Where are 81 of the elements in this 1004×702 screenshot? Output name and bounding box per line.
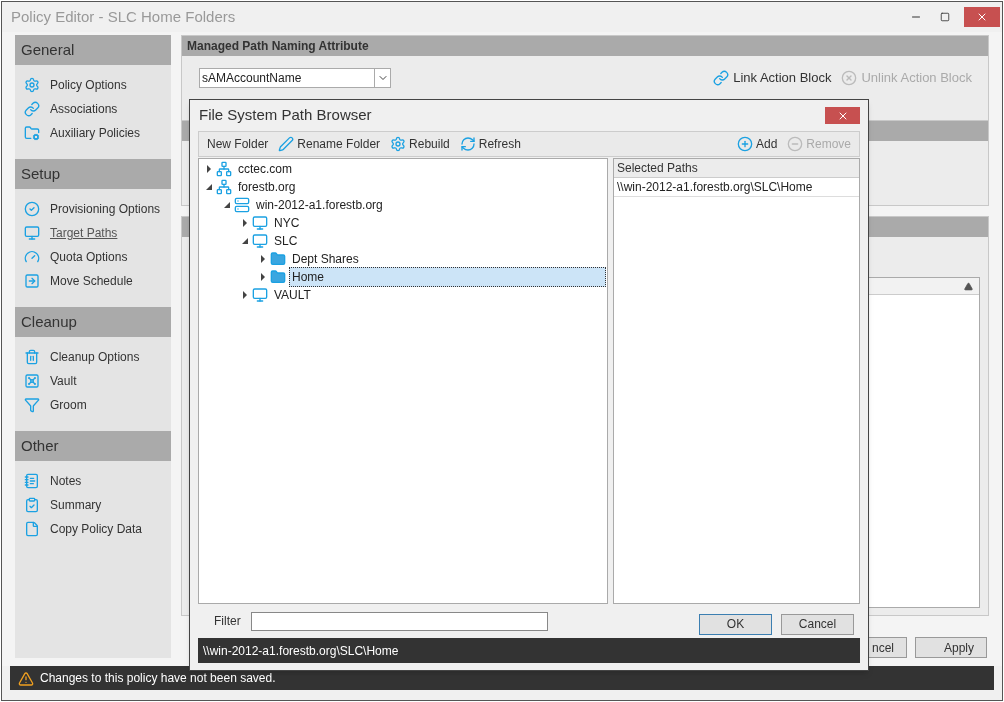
- network-icon: [216, 161, 232, 177]
- folder-icon: [270, 251, 286, 267]
- pen-icon: [278, 136, 295, 152]
- sidebar-link[interactable]: Auxiliary Policies: [50, 124, 141, 143]
- check-icon: [24, 201, 40, 218]
- section-header: Other: [15, 431, 171, 462]
- gear-icon: [24, 77, 40, 94]
- footer-button[interactable]: Apply: [915, 637, 987, 659]
- monitor-icon: [252, 233, 268, 249]
- warning-icon: [18, 671, 34, 687]
- attribute-dropdown[interactable]: sAMAccountName: [199, 68, 391, 89]
- section-header: Cleanup: [15, 307, 171, 338]
- funnel-icon: [24, 397, 40, 414]
- sidebar-link[interactable]: Vault: [50, 372, 77, 391]
- tree-item[interactable]: cctec.com: [235, 159, 295, 179]
- link-icon: [713, 70, 730, 87]
- status-message: Changes to this policy have not been saved.: [40, 670, 276, 687]
- expand-arrow-icon[interactable]: [259, 273, 267, 281]
- expand-arrow-icon[interactable]: [241, 291, 249, 299]
- toolbar-button[interactable]: Rebuild: [390, 135, 450, 153]
- gear-icon: [390, 136, 407, 152]
- filter-field[interactable]: [250, 611, 548, 631]
- sidebar-link[interactable]: Groom: [50, 396, 87, 415]
- dialog-button[interactable]: Cancel: [781, 613, 854, 635]
- sidebar-link[interactable]: Quota Options: [50, 248, 128, 267]
- sidebar-link[interactable]: Notes: [50, 472, 82, 491]
- tree-item[interactable]: SLC: [271, 231, 301, 251]
- sidebar-link[interactable]: Move Schedule: [50, 272, 133, 291]
- link-icon: [24, 101, 40, 118]
- clipboard-icon: [24, 497, 40, 514]
- toolbar-button[interactable]: Add: [736, 135, 778, 153]
- server-icon: [234, 197, 250, 213]
- safe-icon: [24, 373, 40, 390]
- refresh-icon: [459, 136, 476, 152]
- window-title: Policy Editor - SLC Home Folders: [11, 6, 237, 27]
- dropdown-value: sAMAccountName: [201, 70, 303, 88]
- sidebar-link[interactable]: Copy Policy Data: [50, 520, 143, 539]
- maximize-icon[interactable]: [940, 12, 950, 22]
- panel-header: Managed Path Naming Attribute: [182, 36, 988, 57]
- collapse-arrow-icon[interactable]: [205, 183, 213, 191]
- tree-item[interactable]: NYC: [271, 213, 303, 233]
- trash-icon: [24, 349, 40, 366]
- network-icon: [216, 179, 232, 195]
- expand-arrow-icon[interactable]: [259, 255, 267, 263]
- sidebar-link[interactable]: Provisioning Options: [50, 200, 161, 219]
- tree-item[interactable]: Home: [289, 267, 606, 287]
- toolbar-button[interactable]: Rename Folder: [278, 135, 381, 153]
- plus-icon: [736, 136, 753, 152]
- sidebar-link[interactable]: Target Paths: [50, 224, 118, 243]
- filter-label: Filter: [214, 613, 241, 630]
- folder-icon: [270, 269, 286, 285]
- collapse-arrow-icon[interactable]: [223, 201, 231, 209]
- section-header: Setup: [15, 159, 171, 190]
- notebook-icon: [24, 473, 40, 490]
- monitor-icon: [252, 215, 268, 231]
- sidebar-link[interactable]: Cleanup Options: [50, 348, 140, 367]
- dialog-button[interactable]: OK: [699, 613, 772, 635]
- monitor-icon: [252, 287, 268, 303]
- toolbar-button[interactable]: New Folder: [207, 135, 269, 153]
- expand-arrow-icon[interactable]: [241, 219, 249, 227]
- column-header: Selected Paths: [614, 159, 859, 178]
- tree-item[interactable]: forestb.org: [235, 177, 299, 197]
- sidebar-link[interactable]: Summary: [50, 496, 102, 515]
- current-path: \\win-2012-a1.forestb.org\SLC\Home: [203, 642, 399, 660]
- collapse-arrow-icon[interactable]: [241, 237, 249, 245]
- tree-item[interactable]: Dept Shares: [289, 249, 362, 269]
- folder-icon: [24, 125, 40, 142]
- sidebar-link[interactable]: Associations: [50, 100, 118, 119]
- minus-icon: [787, 136, 804, 152]
- toolbar-button[interactable]: Refresh: [459, 135, 521, 153]
- expand-arrow-icon[interactable]: [205, 165, 213, 173]
- file-icon: [24, 521, 40, 538]
- sidebar-link[interactable]: Policy Options: [50, 76, 127, 95]
- action-link[interactable]: Link Action Block: [713, 68, 832, 88]
- tree-item[interactable]: VAULT: [271, 285, 314, 305]
- sort-arrow-icon[interactable]: [964, 281, 973, 291]
- section-header: General: [15, 35, 171, 66]
- dialog-title: File System Path Browser: [198, 105, 373, 126]
- tree-item[interactable]: win-2012-a1.forestb.org: [253, 195, 386, 215]
- path-row[interactable]: \\win-2012-a1.forestb.org\SLC\Home: [614, 178, 859, 197]
- monitor-icon: [24, 225, 40, 242]
